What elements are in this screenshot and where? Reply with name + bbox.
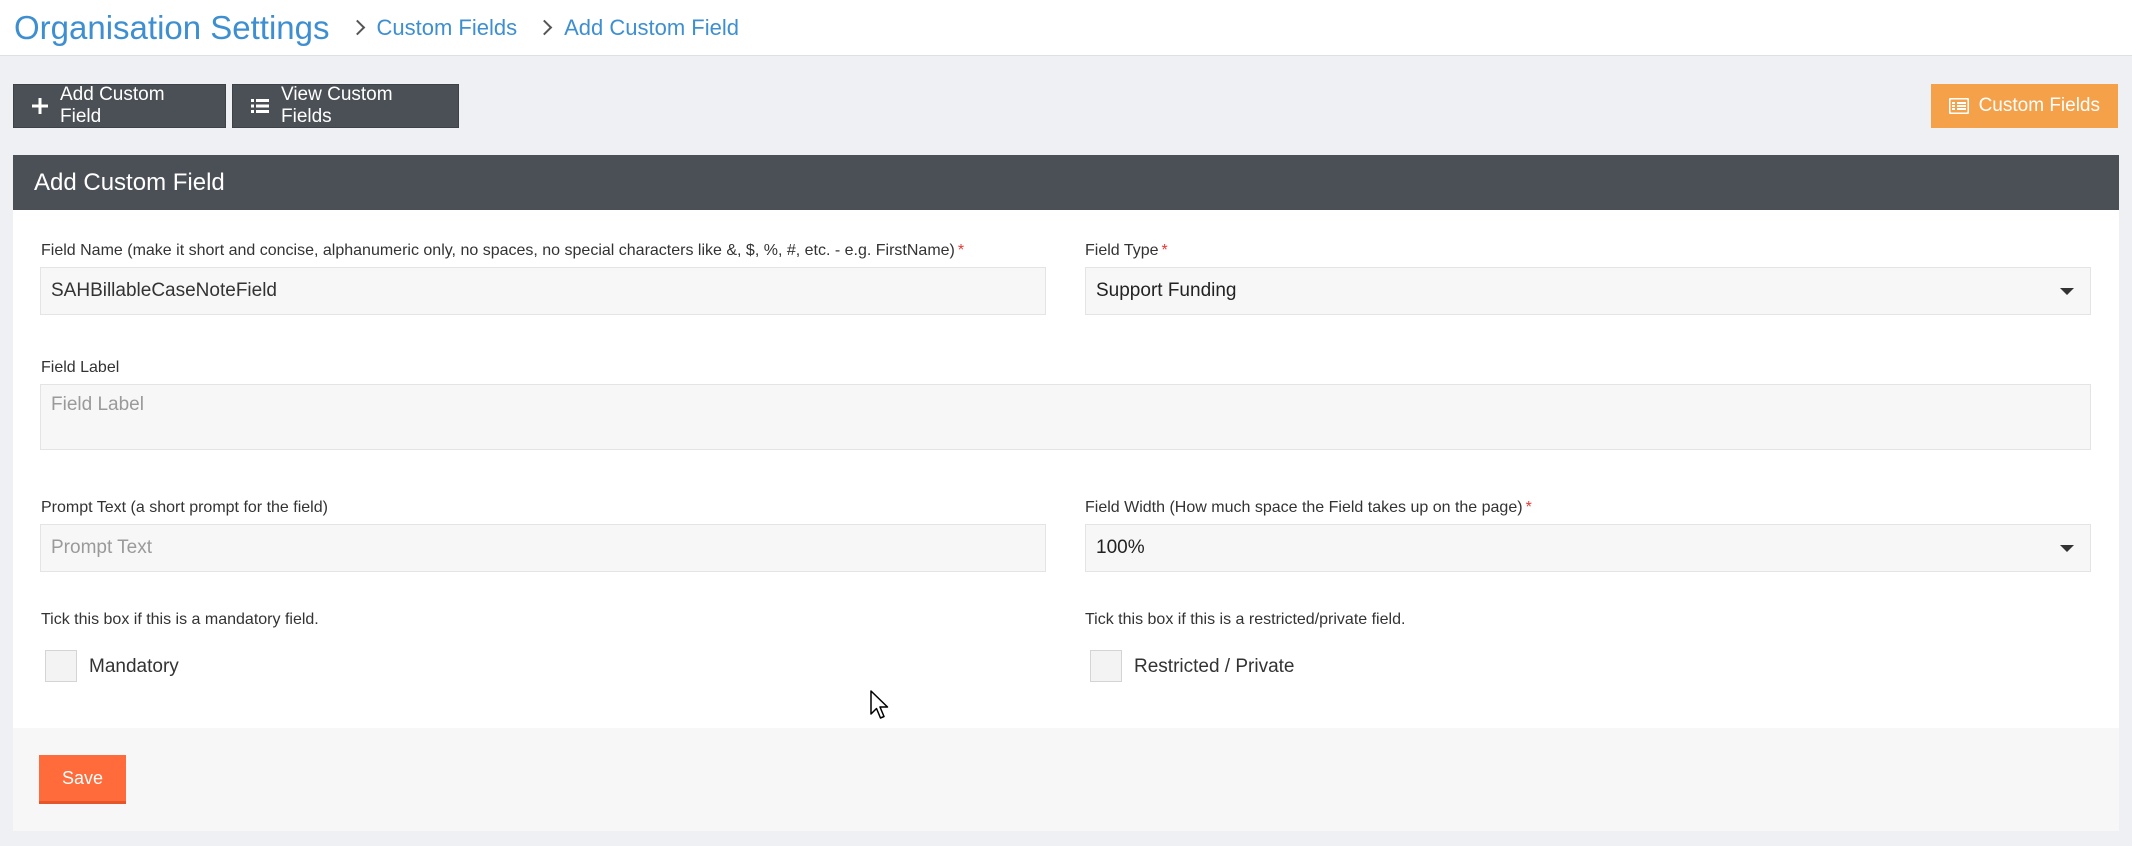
custom-fields-button[interactable]: Custom Fields <box>1930 84 2118 128</box>
dropdown-caret-icon <box>2060 287 2074 295</box>
view-custom-fields-label: View Custom Fields <box>281 84 393 127</box>
field-width-select[interactable]: 100% <box>1085 524 2091 572</box>
field-width-label-text: Field Width (How much space the Field ta… <box>1085 499 1523 516</box>
plus-icon <box>32 98 48 114</box>
field-type-label: Field Type * <box>1085 242 1168 260</box>
chevron-right-icon <box>349 19 365 36</box>
restricted-hint: Tick this box if this is a restricted/pr… <box>1085 611 1406 628</box>
page-title: Organisation Settings <box>14 8 330 46</box>
breadcrumb-custom-fields[interactable]: Custom Fields <box>377 15 518 41</box>
prompt-text-input-box[interactable] <box>51 537 1045 559</box>
custom-fields-label: Custom Fields <box>1978 95 2100 116</box>
list-alt-icon <box>1948 98 1969 114</box>
required-mark: * <box>1525 499 1532 516</box>
restricted-checkbox[interactable] <box>1090 650 1122 682</box>
field-name-input[interactable] <box>40 267 1046 315</box>
mouse-cursor-icon <box>870 690 890 725</box>
breadcrumb-add-custom-field[interactable]: Add Custom Field <box>564 15 739 41</box>
field-type-selected: Support Funding <box>1096 280 1237 301</box>
field-type-select[interactable]: Support Funding <box>1085 267 2091 315</box>
field-label-textarea[interactable] <box>51 394 2090 449</box>
field-name-label-text: Field Name (make it short and concise, a… <box>41 242 955 259</box>
field-width-selected: 100% <box>1096 537 1145 558</box>
required-mark: * <box>957 242 965 259</box>
chevron-right-icon <box>536 19 553 36</box>
add-custom-field-panel: Add Custom Field Field Name (make it sho… <box>13 155 2119 831</box>
field-name-label: Field Name (make it short and concise, a… <box>41 242 964 260</box>
mandatory-label: Mandatory <box>89 656 179 677</box>
top-bar: Organisation Settings Custom Fields Add … <box>0 0 2132 56</box>
field-label-label: Field Label <box>41 359 120 376</box>
add-custom-field-button[interactable]: Add Custom Field <box>13 84 226 128</box>
panel-title: Add Custom Field <box>13 155 2119 210</box>
add-custom-field-label: Add Custom Field <box>60 84 165 127</box>
view-custom-fields-button[interactable]: View Custom Fields <box>232 84 459 128</box>
restricted-label: Restricted / Private <box>1134 656 1295 677</box>
required-mark: * <box>1161 242 1168 259</box>
prompt-text-input[interactable] <box>40 524 1046 572</box>
dropdown-caret-icon <box>2060 544 2074 552</box>
mandatory-hint: Tick this box if this is a mandatory fie… <box>41 611 319 628</box>
field-type-label-text: Field Type <box>1085 242 1159 259</box>
field-width-label: Field Width (How much space the Field ta… <box>1085 499 1532 517</box>
save-button[interactable]: Save <box>39 755 126 804</box>
field-label-input[interactable] <box>40 384 2091 450</box>
list-icon <box>251 98 269 114</box>
form-footer: Save <box>13 728 2119 831</box>
mandatory-checkbox[interactable] <box>45 650 77 682</box>
prompt-text-label: Prompt Text (a short prompt for the fiel… <box>41 499 328 516</box>
field-name-input-box[interactable] <box>51 280 1045 302</box>
